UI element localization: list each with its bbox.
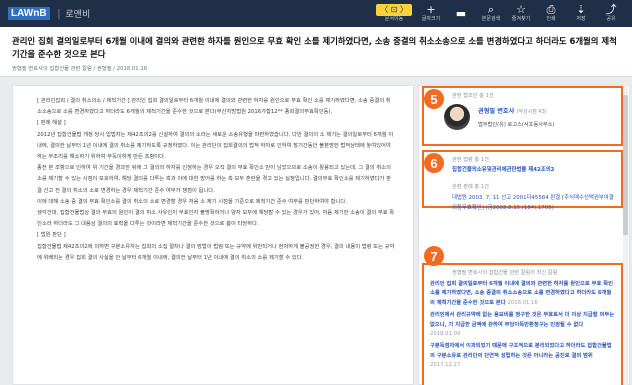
font-size-decrease-icon: ▬ — [455, 6, 467, 20]
toolbar: 〈 ⊡ 〉 문서이동 + 글자크기 ▬ ⌕ 본문검색 ☆ 즐겨찾기 ⎙ 인쇄 ⇣… — [372, 0, 626, 27]
article-meta: 권형필 변호사의 집합건물 관련 칼럼 / 권형필 / 2018.01.16 — [12, 66, 148, 72]
save-button[interactable]: ⇣ 저장 — [566, 0, 596, 27]
list-item[interactable]: 구분득점자에서 이과되었기 때문에 구조적으로 분리되었다고 하더라도 집합건물… — [430, 342, 615, 370]
related-law-label: 관련 법령 총 1건 — [452, 157, 489, 163]
logo-mark: LAWnB — [8, 7, 50, 20]
article-paragraph: 생각건대, 집합건물법상 결의 무효의 원인이 결의 취소 사유인지 무효인지 … — [37, 210, 395, 228]
callout-badge-7: 7 — [424, 246, 444, 266]
callout-badge-5: 5 — [424, 89, 444, 109]
bookmark-icon: ☆ — [516, 3, 526, 16]
article-section-heading: [ 법원 판단 ] — [37, 232, 66, 239]
callout-badge-6: 6 — [424, 153, 444, 173]
article-paragraph: 종전 본 조항으로 인하여 위 기간을 경과한 뒤에 그 결의의 하자를 인정하… — [37, 165, 391, 194]
list-item[interactable]: 관리인에서 관리규약에 없는 용보비를 청구한 것은 무효로서 더 이상 지급할… — [430, 311, 615, 339]
print-icon: ⎙ — [546, 3, 556, 16]
top-bar: LAWnB | 로앤비 〈 ⊡ 〉 문서이동 + 글자크기 ▬ ⌕ 본문검색 ☆… — [0, 0, 632, 27]
list-item[interactable]: 관리인 집회 결의일로부터 6개월 이내에 결의와 관련한 하자를 원인으로 무… — [430, 280, 615, 308]
author-card[interactable]: 권형필 변호사 (작성시점 43) 법무법인(유) 로고스(서초동사무소) — [430, 104, 615, 130]
article-body: [ 관리인집회 / 결의 취소의소 / 제척기간 ] 관리인 집회 결의일로부터… — [12, 85, 414, 385]
related-case-link[interactable]: 대법원 2003. 7. 11 선고 2001다45584 판결 [주식매수선택… — [430, 193, 615, 213]
latest-posts-label: 권형필 변호사의 집합건물 관련 칼럼의 최신 칼럼 — [452, 270, 558, 276]
author-firm: 법무법인(유) 로고스(서초동사무소) — [478, 122, 555, 128]
related-case-label: 관련 판례 총 1건 — [452, 184, 489, 190]
text-search-button[interactable]: ⌕ 본문검색 — [476, 0, 506, 27]
share-button[interactable]: ⤴ 공유 — [596, 0, 626, 27]
save-icon: ⇣ — [576, 3, 586, 16]
author-box-label: 관련 법조인 총 1건 — [452, 93, 494, 99]
print-button[interactable]: ⎙ 인쇄 — [536, 0, 566, 27]
article-paragraph: 집합건물법 제42조의2에 의하면 구분소유자는 집회의 소집 절차나 결의 방… — [37, 243, 395, 261]
section-name: 로앤비 — [65, 9, 91, 19]
avatar[interactable] — [444, 104, 470, 130]
article-paragraph: 이에 대해 소송 중 결의 무효 확인소를 결의 취소의 소로 변경할 경우 처… — [37, 198, 347, 205]
search-icon: ⌕ — [487, 3, 495, 16]
font-size-increase-icon: + — [426, 3, 436, 16]
article-header: 관리인 집회 결의일로부터 6개월 이내에 결의와 관련한 하자를 원인으로 무… — [0, 27, 632, 77]
rail-scroll-thumb[interactable] — [623, 95, 628, 235]
font-size-increase-button[interactable]: + 글자크기 — [416, 0, 446, 27]
article-paragraph: [ 관리인집회 / 결의 취소의소 / 제척기간 ] 관리인 집회 결의일로부터… — [37, 98, 391, 116]
bookmark-button[interactable]: ☆ 즐겨찾기 — [506, 0, 536, 27]
article-paragraph: 2012년 집합건물법 개정 당시 입법자는 제42조의2를 신설하여 결의의 … — [37, 131, 394, 161]
document-nav-icon: 〈 ⊡ 〉 — [376, 4, 412, 16]
related-law-link[interactable]: 집합건물의소유및관리에관한법률 제42조의2 — [430, 166, 615, 175]
font-size-decrease-button[interactable]: ▬ — [446, 0, 476, 27]
lawnb-logo[interactable]: LAWnB | 로앤비 — [8, 7, 90, 20]
author-box: 관련 법조인 총 1건 권형필 변호사 (작성시점 43) 법무법인(유) 로고… — [422, 86, 623, 146]
author-name[interactable]: 권형필 변호사 (작성시점 43) — [478, 106, 555, 115]
related-box: 관련 법령 총 1건 집합건물의소유및관리에관한법률 제42조의2 관련 판례 … — [422, 150, 623, 211]
latest-posts-box: 권형필 변호사의 집합건물 관련 칼럼의 최신 칼럼 관리인 집회 결의일로부터… — [422, 263, 623, 385]
article-title: 관리인 집회 결의일로부터 6개월 이내에 결의와 관련한 하자를 원인으로 무… — [12, 36, 617, 59]
share-icon: ⤴ — [605, 3, 617, 16]
author-post-count: (작성시점 43) — [516, 109, 547, 115]
document-nav-button[interactable]: 〈 ⊡ 〉 문서이동 — [372, 0, 416, 27]
article-section-heading: [ 판례 해설 ] — [37, 120, 66, 127]
